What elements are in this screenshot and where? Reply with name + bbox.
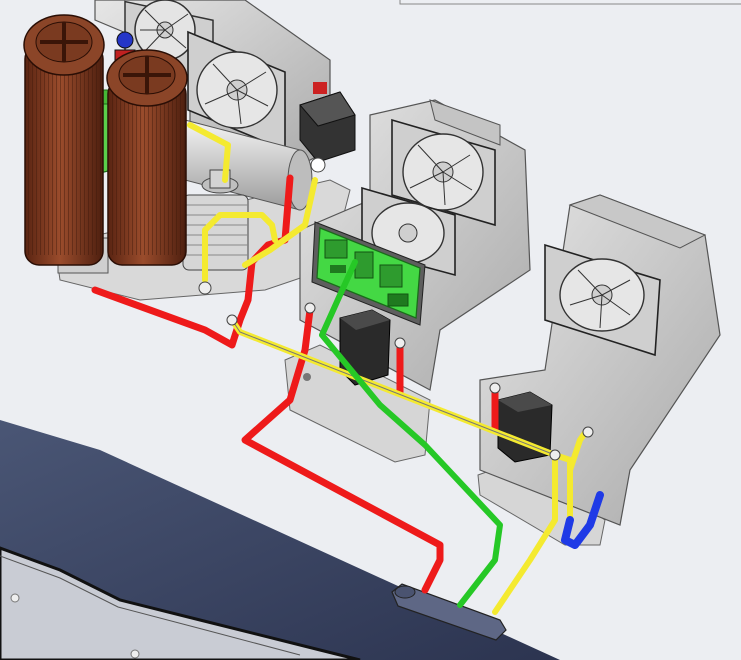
- cad-3d-viewport[interactable]: [0, 0, 741, 660]
- assembly-scene: [0, 0, 741, 660]
- filter-column-1[interactable]: [23, 14, 105, 266]
- filter-column-2[interactable]: [106, 49, 188, 266]
- middle-screw-1: [303, 373, 311, 381]
